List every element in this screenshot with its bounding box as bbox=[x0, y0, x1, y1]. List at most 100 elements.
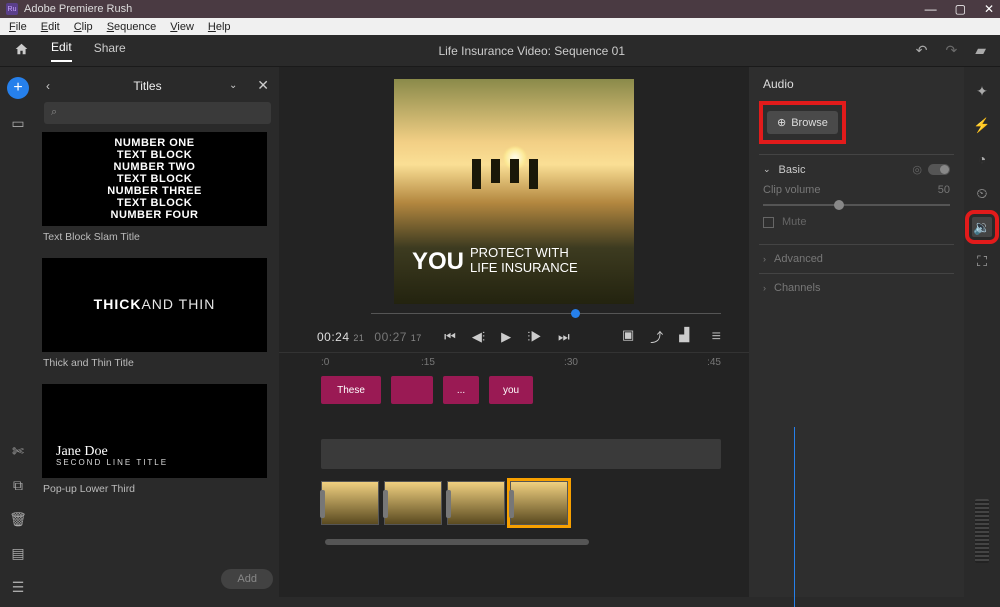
menu-view[interactable]: View bbox=[163, 21, 201, 33]
eye-icon[interactable]: ◎ bbox=[912, 163, 922, 176]
add-title-button[interactable]: Add bbox=[221, 569, 273, 589]
app-icon: Ru bbox=[6, 3, 18, 15]
menu-edit[interactable]: Edit bbox=[34, 21, 67, 33]
tab-share[interactable]: Share bbox=[94, 41, 126, 61]
menu-file[interactable]: File bbox=[2, 21, 34, 33]
transport-controls: 00:24 21 00:27 17 ⏮ ◀⫶ ▶ ⫶▶ ⏭ ▣ ⤴ ▟ ≡ bbox=[279, 321, 749, 352]
seek-playhead[interactable] bbox=[571, 309, 580, 318]
titlebar: Ru Adobe Premiere Rush — ▢ ✕ bbox=[0, 0, 1000, 18]
trash-icon[interactable]: 🗑 bbox=[8, 509, 28, 529]
mute-label: Mute bbox=[782, 216, 806, 228]
chevron-right-icon: › bbox=[763, 254, 766, 264]
video-track[interactable] bbox=[279, 481, 749, 525]
close-panel-icon[interactable]: ✕ bbox=[249, 77, 269, 94]
title-caption: Pop-up Lower Third bbox=[42, 478, 273, 500]
speed-tool-icon[interactable]: ⏲ bbox=[972, 183, 992, 203]
title-track[interactable]: These ... you bbox=[279, 370, 749, 407]
search-icon: ⌕ bbox=[51, 106, 57, 119]
video-clip[interactable] bbox=[321, 481, 379, 525]
close-window-button[interactable]: ✕ bbox=[984, 2, 994, 16]
minimize-button[interactable]: — bbox=[925, 2, 937, 16]
browse-highlight: ⊕ Browse bbox=[759, 101, 846, 144]
maximize-button[interactable]: ▢ bbox=[955, 2, 966, 16]
clip-handle[interactable] bbox=[320, 490, 325, 518]
undo-icon[interactable]: ↶ bbox=[916, 42, 928, 59]
track-view-icon[interactable]: ▤ bbox=[8, 543, 28, 563]
basic-toggle[interactable] bbox=[928, 164, 950, 175]
chevron-down-icon[interactable]: ⌄ bbox=[229, 80, 249, 91]
transitions-tool-icon[interactable]: ⚡ bbox=[972, 115, 992, 135]
list-view-icon[interactable]: ☰ bbox=[8, 577, 28, 597]
search-input[interactable] bbox=[44, 102, 271, 124]
duplicate-icon[interactable]: ⧉ bbox=[8, 475, 28, 495]
menubar: File Edit Clip Sequence View Help bbox=[0, 18, 1000, 35]
audio-tool-icon[interactable]: 🔉 bbox=[972, 217, 992, 237]
title-clip[interactable] bbox=[391, 376, 433, 404]
timeline-ruler[interactable]: :0 :15 :30 :45 bbox=[279, 352, 749, 370]
clip-handle[interactable] bbox=[509, 490, 514, 518]
timeline-scrollbar[interactable] bbox=[325, 539, 589, 545]
color-tool-icon[interactable]: ◔ bbox=[972, 149, 992, 169]
step-fwd-icon[interactable]: ⫶▶ bbox=[527, 329, 542, 345]
document-title: Life Insurance Video: Sequence 01 bbox=[148, 44, 916, 58]
play-icon[interactable]: ▶ bbox=[501, 329, 511, 345]
total-time: 00:27 17 bbox=[374, 330, 421, 344]
timeline-options-icon[interactable]: ≡ bbox=[712, 328, 721, 346]
preview-text-tagline: PROTECT WITH LIFE INSURANCE bbox=[470, 246, 578, 276]
title-preset-item[interactable]: Jane Doe SECOND LINE TITLE Pop-up Lower … bbox=[42, 384, 273, 500]
title-thumbnail: THICK AND THIN bbox=[42, 258, 267, 352]
add-media-button[interactable]: + bbox=[7, 77, 29, 99]
clip-handle[interactable] bbox=[446, 490, 451, 518]
redo-icon[interactable]: ↷ bbox=[945, 42, 957, 59]
audio-panel-header: Audio bbox=[759, 77, 954, 101]
title-clip[interactable]: These bbox=[321, 376, 381, 404]
section-basic-header[interactable]: ⌄ Basic ◎ bbox=[763, 163, 950, 176]
comment-icon[interactable]: ▰ bbox=[975, 42, 986, 59]
project-panel-icon[interactable]: ▭ bbox=[8, 113, 28, 133]
section-channels-header[interactable]: › Channels bbox=[763, 282, 950, 294]
aspect-icon[interactable]: ▟ bbox=[679, 327, 689, 346]
titles-panel: ‹ Titles ⌄ ✕ ⌕ NUMBER ONE TEXT BLOCK NUM… bbox=[36, 67, 279, 597]
back-icon[interactable]: ‹ bbox=[46, 79, 66, 93]
title-thumbnail: Jane Doe SECOND LINE TITLE bbox=[42, 384, 267, 478]
video-preview[interactable]: YOU PROTECT WITH LIFE INSURANCE bbox=[394, 79, 634, 304]
preview-text-you: YOU bbox=[412, 248, 464, 276]
video-clip[interactable] bbox=[384, 481, 442, 525]
app-title: Adobe Premiere Rush bbox=[24, 3, 925, 15]
vu-meter bbox=[975, 499, 989, 563]
seek-bar[interactable] bbox=[371, 307, 721, 321]
titles-tool-icon[interactable]: ✦ bbox=[972, 81, 992, 101]
video-clip-selected[interactable] bbox=[510, 481, 568, 525]
transform-tool-icon[interactable]: ⛶ bbox=[972, 251, 992, 271]
clip-volume-slider[interactable] bbox=[763, 204, 950, 206]
clip-handle[interactable] bbox=[383, 490, 388, 518]
timeline-playhead[interactable] bbox=[794, 427, 795, 607]
export-frame-icon[interactable]: ⤴ bbox=[650, 327, 663, 346]
tab-edit[interactable]: Edit bbox=[51, 40, 72, 62]
empty-track[interactable] bbox=[321, 439, 721, 469]
go-start-icon[interactable]: ⏮ bbox=[444, 329, 456, 345]
menu-help[interactable]: Help bbox=[201, 21, 238, 33]
title-thumbnail: NUMBER ONE TEXT BLOCK NUMBER TWO TEXT BL… bbox=[42, 132, 267, 226]
section-advanced-header[interactable]: › Advanced bbox=[763, 253, 950, 265]
mute-checkbox[interactable] bbox=[763, 217, 774, 228]
menu-sequence[interactable]: Sequence bbox=[100, 21, 164, 33]
left-rail: + ▭ ✄ ⧉ 🗑 ▤ ☰ bbox=[0, 67, 36, 597]
home-icon[interactable] bbox=[14, 42, 29, 59]
fullscreen-icon[interactable]: ▣ bbox=[622, 327, 634, 346]
title-preset-item[interactable]: NUMBER ONE TEXT BLOCK NUMBER TWO TEXT BL… bbox=[42, 132, 273, 248]
current-time: 00:24 21 bbox=[317, 330, 364, 344]
title-clip[interactable]: ... bbox=[443, 376, 479, 404]
title-clip[interactable]: you bbox=[489, 376, 533, 404]
chevron-down-icon: ⌄ bbox=[763, 164, 771, 175]
go-end-icon[interactable]: ⏭ bbox=[558, 329, 570, 345]
scissors-icon[interactable]: ✄ bbox=[8, 441, 28, 461]
title-preset-item[interactable]: THICK AND THIN Thick and Thin Title bbox=[42, 258, 273, 374]
clip-volume-value: 50 bbox=[938, 184, 950, 196]
step-back-icon[interactable]: ◀⫶ bbox=[472, 329, 485, 345]
menu-clip[interactable]: Clip bbox=[67, 21, 100, 33]
browse-audio-button[interactable]: ⊕ Browse bbox=[767, 111, 838, 134]
title-caption: Text Block Slam Title bbox=[42, 226, 273, 248]
video-clip[interactable] bbox=[447, 481, 505, 525]
chevron-right-icon: › bbox=[763, 283, 766, 293]
